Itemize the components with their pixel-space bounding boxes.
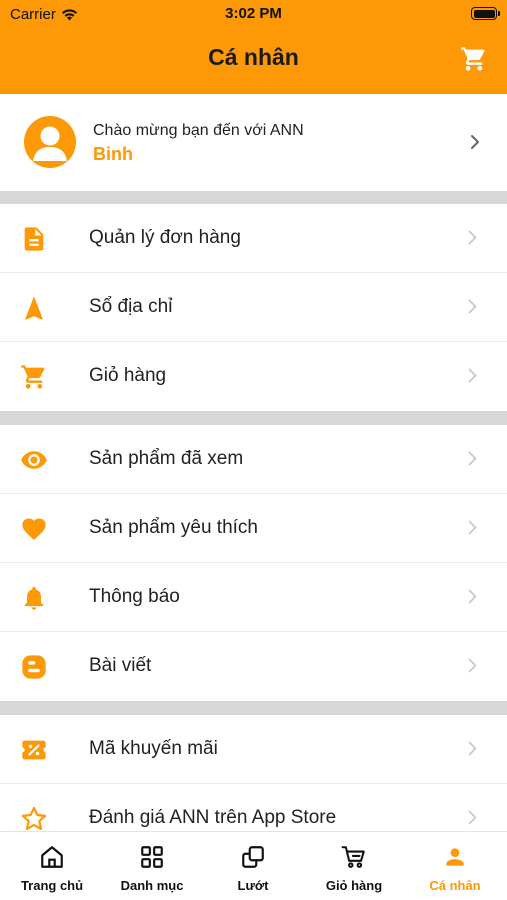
tab-browse[interactable]: Lướt bbox=[203, 832, 303, 900]
blogger-icon bbox=[20, 653, 48, 681]
user-name: Binh bbox=[93, 144, 133, 164]
header-bar: Carrier 3:02 PM Cá nhân bbox=[0, 0, 507, 94]
star-icon bbox=[20, 805, 48, 833]
grid-icon bbox=[139, 844, 165, 870]
chevron-right-icon bbox=[468, 589, 477, 604]
chevron-right-icon bbox=[468, 368, 477, 383]
order-document-icon bbox=[20, 225, 48, 253]
tab-label: Lướt bbox=[237, 878, 269, 893]
chevron-right-icon bbox=[468, 810, 477, 825]
copy-icon bbox=[240, 844, 266, 870]
bell-icon bbox=[20, 584, 48, 612]
chevron-right-icon bbox=[468, 741, 477, 756]
section-separator bbox=[0, 411, 507, 425]
tab-profile[interactable]: Cá nhân bbox=[405, 832, 505, 900]
page-title: Cá nhân bbox=[208, 44, 299, 70]
tab-categories[interactable]: Danh mục bbox=[102, 832, 202, 900]
coupon-icon bbox=[20, 736, 48, 764]
battery-icon bbox=[471, 7, 500, 20]
menu-item-articles[interactable]: Bài viết bbox=[0, 632, 507, 701]
chevron-right-icon bbox=[470, 134, 480, 150]
heart-icon bbox=[20, 515, 48, 543]
menu-item-label: Sản phẩm đã xem bbox=[89, 448, 244, 469]
section-separator bbox=[0, 191, 507, 204]
menu-item-label: Giỏ hàng bbox=[89, 365, 167, 386]
tab-label: Danh mục bbox=[120, 878, 184, 893]
tab-label: Cá nhân bbox=[429, 878, 481, 893]
menu-item-label: Quản lý đơn hàng bbox=[89, 227, 241, 248]
cart-icon[interactable] bbox=[460, 45, 488, 73]
menu-item-notifications[interactable]: Thông báo bbox=[0, 563, 507, 632]
menu-item-promo-codes[interactable]: Mã khuyến mãi bbox=[0, 715, 507, 784]
chevron-right-icon bbox=[468, 299, 477, 314]
menu-item-label: Mã khuyến mãi bbox=[89, 738, 218, 759]
menu-item-cart[interactable]: Giỏ hàng bbox=[0, 342, 507, 411]
tab-bar: Trang chủ Danh mục Lướt Giỏ hàng Cá nhân bbox=[0, 831, 507, 900]
section-separator bbox=[0, 701, 507, 715]
eye-icon bbox=[20, 446, 48, 474]
status-bar: Carrier 3:02 PM bbox=[0, 0, 507, 30]
chevron-right-icon bbox=[468, 520, 477, 535]
chevron-right-icon bbox=[468, 658, 477, 673]
cart-icon bbox=[20, 363, 48, 391]
welcome-text: Chào mừng bạn đến với ANN bbox=[93, 122, 304, 139]
home-icon bbox=[39, 844, 65, 870]
menu-item-label: Sản phẩm yêu thích bbox=[89, 517, 258, 538]
menu-item-label: Bài viết bbox=[89, 655, 152, 676]
menu-item-viewed-products[interactable]: Sản phẩm đã xem bbox=[0, 425, 507, 494]
navigation-arrow-icon bbox=[20, 294, 48, 322]
menu-item-label: Sổ địa chỉ bbox=[89, 296, 173, 317]
clock: 3:02 PM bbox=[225, 5, 282, 22]
tab-label: Trang chủ bbox=[20, 878, 84, 893]
menu-item-label: Thông báo bbox=[89, 586, 180, 607]
cart-icon bbox=[341, 844, 367, 870]
avatar-icon bbox=[24, 116, 76, 168]
tab-label: Giỏ hàng bbox=[325, 878, 383, 893]
tab-home[interactable]: Trang chủ bbox=[2, 832, 102, 900]
tab-cart[interactable]: Giỏ hàng bbox=[304, 832, 404, 900]
chevron-right-icon bbox=[468, 451, 477, 466]
chevron-right-icon bbox=[468, 230, 477, 245]
menu-item-favorite-products[interactable]: Sản phẩm yêu thích bbox=[0, 494, 507, 563]
menu-item-label: Đánh giá ANN trên App Store bbox=[89, 807, 337, 828]
person-icon bbox=[442, 844, 468, 870]
menu-item-orders[interactable]: Quản lý đơn hàng bbox=[0, 204, 507, 273]
menu-item-address-book[interactable]: Sổ địa chỉ bbox=[0, 273, 507, 342]
profile-card[interactable]: Chào mừng bạn đến với ANN Binh bbox=[0, 94, 507, 191]
